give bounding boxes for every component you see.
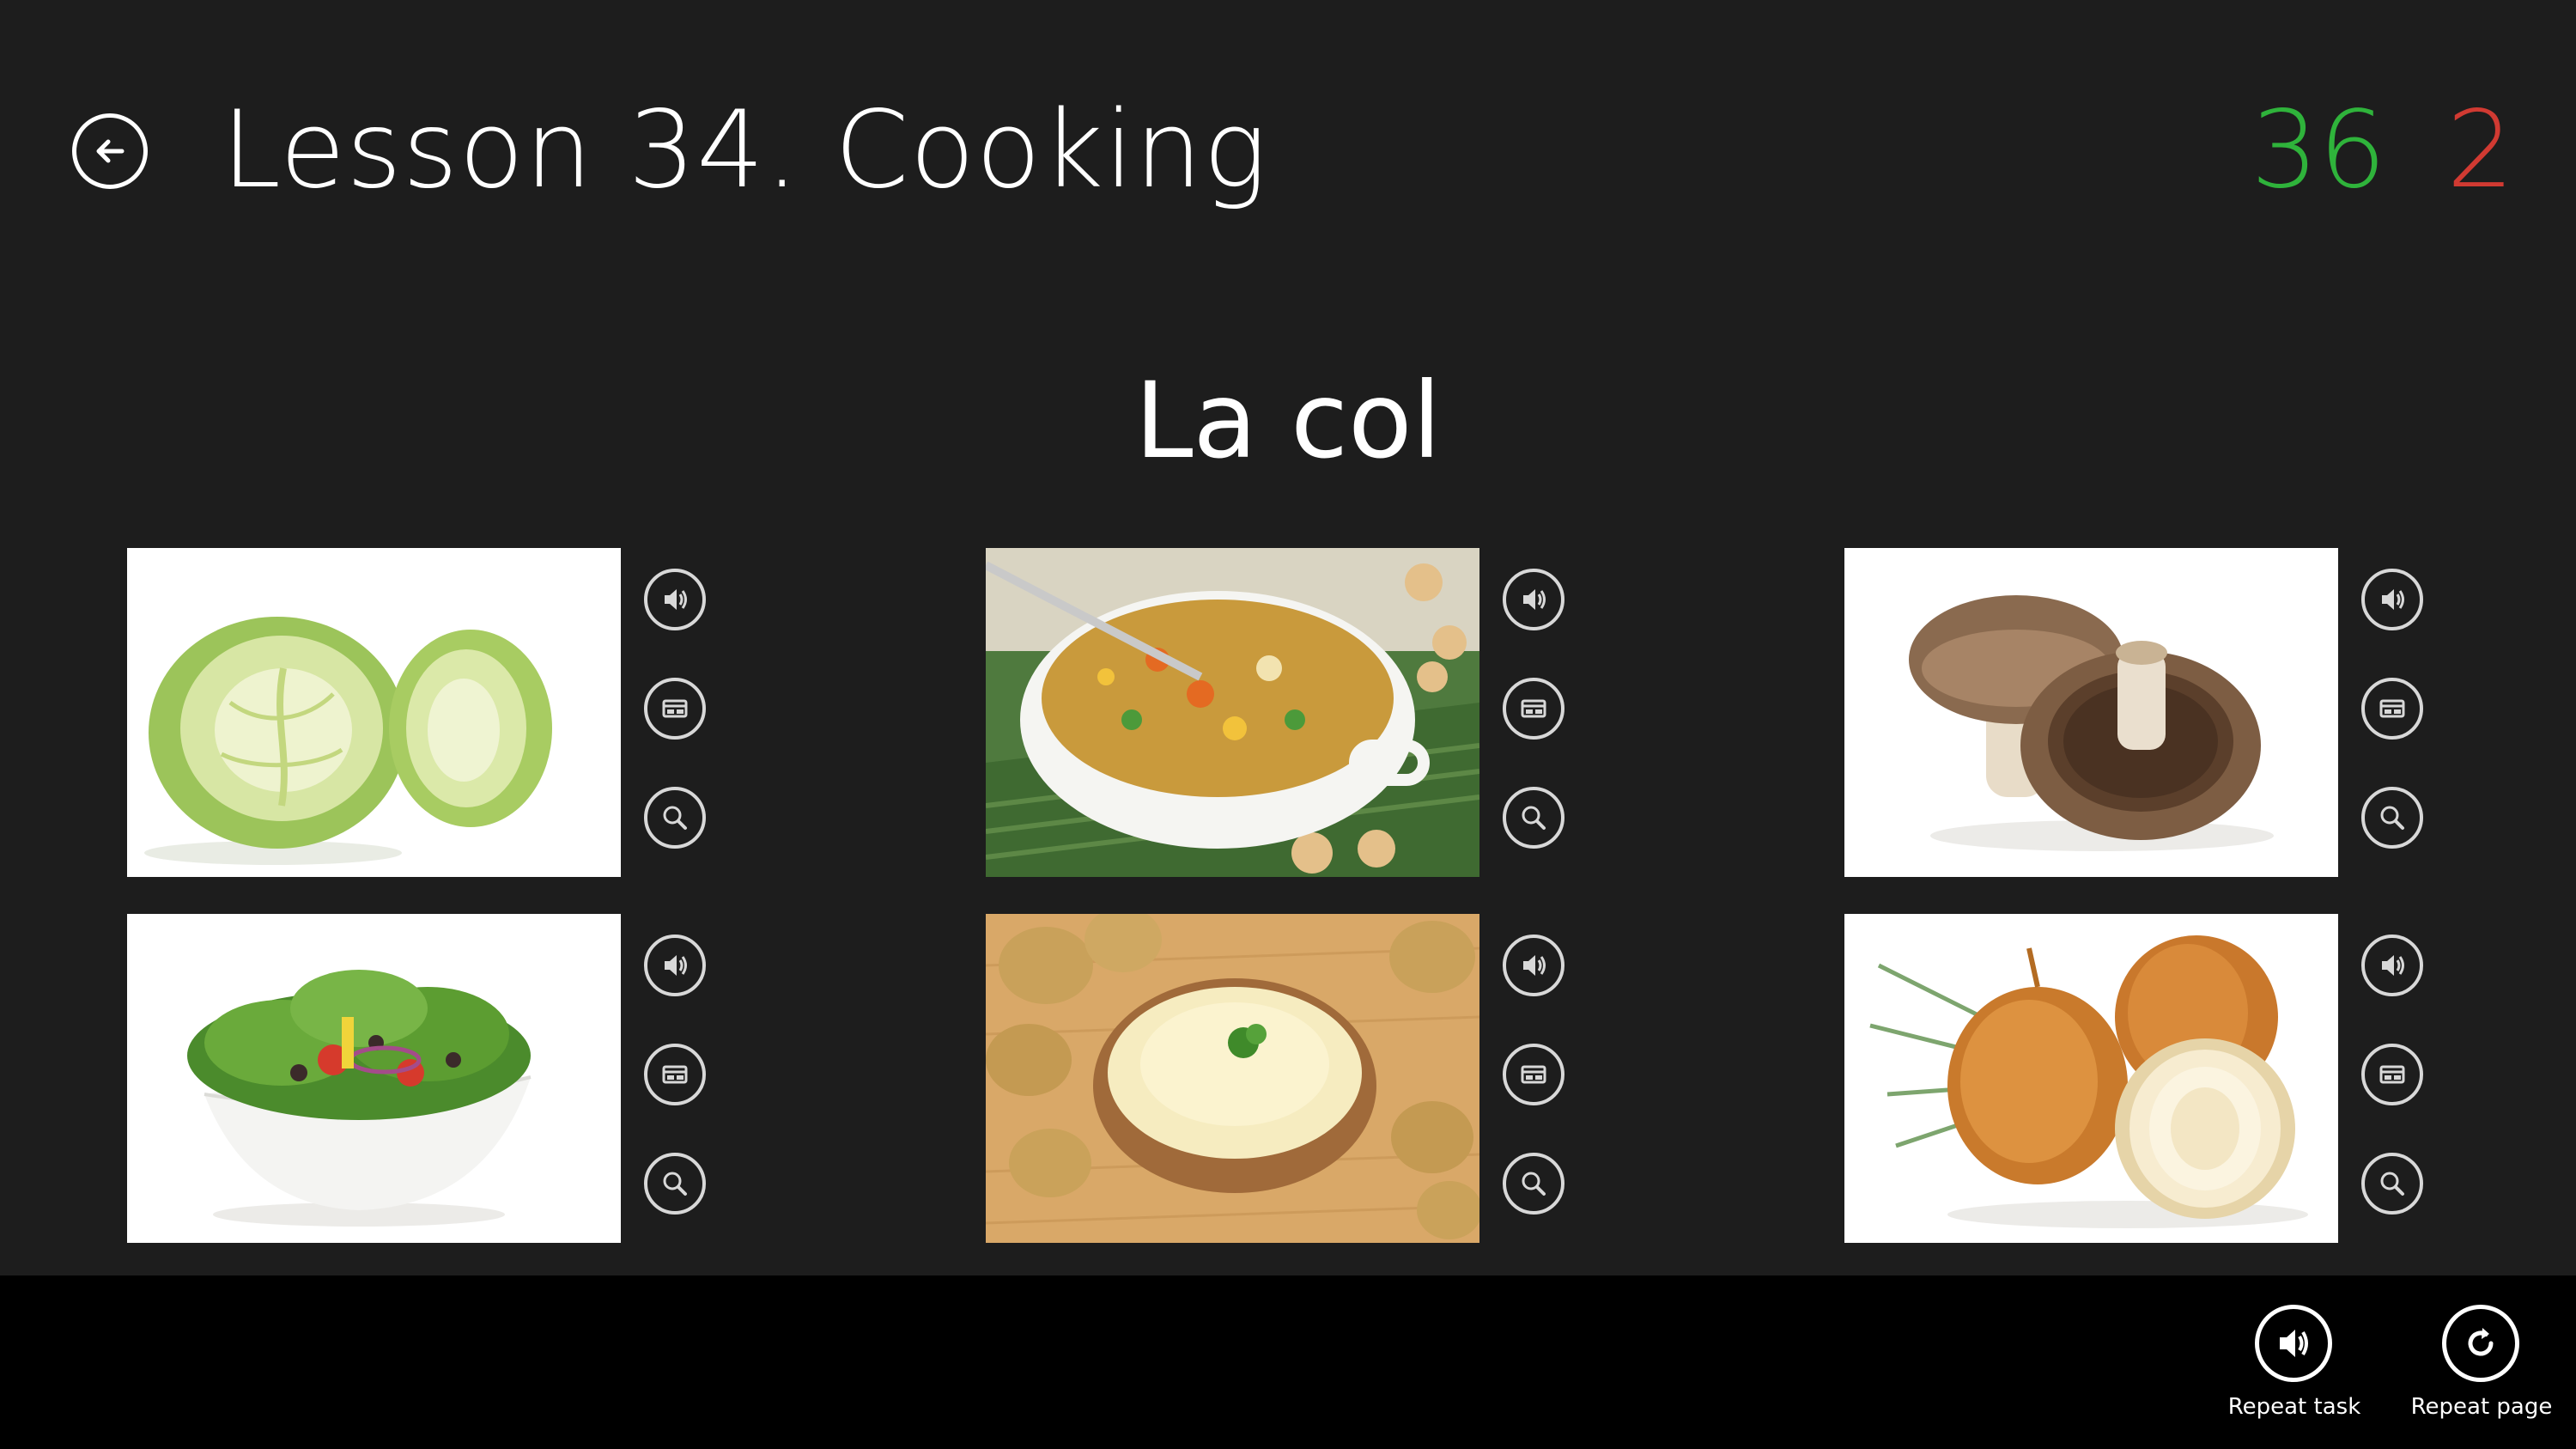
mushrooms-image <box>1844 548 2338 877</box>
choice-cell-mushrooms <box>1844 548 2497 879</box>
repeat-task-circle <box>2255 1305 2332 1382</box>
speaker-icon <box>665 589 687 610</box>
card-button[interactable] <box>2361 1044 2423 1105</box>
zoom-button[interactable] <box>1503 1153 1564 1215</box>
choice-cell-soup <box>986 548 1638 879</box>
card-button[interactable] <box>644 1044 706 1105</box>
choice-cell-cabbage <box>127 548 780 879</box>
zoom-button[interactable] <box>1503 787 1564 849</box>
choice-card-mushrooms[interactable] <box>1844 548 2338 877</box>
choice-cell-salad <box>127 914 780 1245</box>
choice-card-soup[interactable] <box>986 548 1479 877</box>
zoom-button[interactable] <box>644 1153 706 1215</box>
soup-image <box>986 548 1479 877</box>
mashed-potatoes-image <box>986 914 1479 1243</box>
page-title: Lesson 34. Cooking <box>222 88 1268 212</box>
card-button[interactable] <box>1503 678 1564 740</box>
magnifier-icon <box>2380 1172 2404 1196</box>
speaker-icon <box>2382 589 2404 610</box>
magnifier-icon <box>1522 1172 1546 1196</box>
choice-cell-mashed-potatoes <box>986 914 1638 1245</box>
repeat-task-label: Repeat task <box>2227 1394 2361 1420</box>
speaker-icon <box>1523 955 1546 976</box>
magnifier-icon <box>2380 806 2404 830</box>
salad-image <box>127 914 621 1243</box>
speaker-icon <box>2382 955 2404 976</box>
zoom-button[interactable] <box>644 787 706 849</box>
card-button[interactable] <box>2361 678 2423 740</box>
repeat-page-button[interactable]: Repeat page <box>2404 1305 2559 1442</box>
card-button[interactable] <box>1503 1044 1564 1105</box>
app-bar: Repeat task Repeat page <box>0 1275 2576 1449</box>
card-icon <box>2379 699 2405 718</box>
zoom-button[interactable] <box>2361 1153 2423 1215</box>
repeat-page-circle <box>2442 1305 2519 1382</box>
card-icon <box>1521 1065 1546 1084</box>
sound-button[interactable] <box>644 935 706 996</box>
repeat-page-label: Repeat page <box>2410 1394 2553 1420</box>
magnifier-icon <box>1522 806 1546 830</box>
magnifier-icon <box>663 1172 687 1196</box>
card-icon <box>2379 1065 2405 1084</box>
cabbage-image <box>127 548 621 877</box>
sound-button[interactable] <box>1503 935 1564 996</box>
speaker-icon <box>665 955 687 976</box>
choice-cell-onions <box>1844 914 2497 1245</box>
back-arrow-icon <box>96 139 125 163</box>
wrong-count: 2 <box>2446 88 2514 212</box>
speaker-icon <box>1523 589 1546 610</box>
prompt-word: La col <box>1134 360 1442 482</box>
back-button[interactable] <box>72 113 148 189</box>
magnifier-icon <box>663 806 687 830</box>
card-icon <box>662 1065 688 1084</box>
card-button[interactable] <box>644 678 706 740</box>
refresh-icon <box>2468 1328 2494 1356</box>
card-icon <box>662 699 688 718</box>
choice-card-salad[interactable] <box>127 914 621 1243</box>
choice-card-onions[interactable] <box>1844 914 2338 1243</box>
correct-count: 36 <box>2251 88 2387 212</box>
sound-button[interactable] <box>1503 569 1564 630</box>
choice-card-cabbage[interactable] <box>127 548 621 877</box>
lesson-screen: Lesson 34. Cooking 36 2 La col Repeat ta… <box>0 0 2576 1449</box>
card-icon <box>1521 699 1546 718</box>
score: 36 2 <box>2251 86 2514 215</box>
zoom-button[interactable] <box>2361 787 2423 849</box>
choice-card-mashed-potatoes[interactable] <box>986 914 1479 1243</box>
onions-image <box>1844 914 2338 1243</box>
sound-button[interactable] <box>644 569 706 630</box>
sound-button[interactable] <box>2361 935 2423 996</box>
sound-button[interactable] <box>2361 569 2423 630</box>
speaker-icon <box>2280 1330 2308 1357</box>
repeat-task-button[interactable]: Repeat task <box>2217 1305 2372 1442</box>
